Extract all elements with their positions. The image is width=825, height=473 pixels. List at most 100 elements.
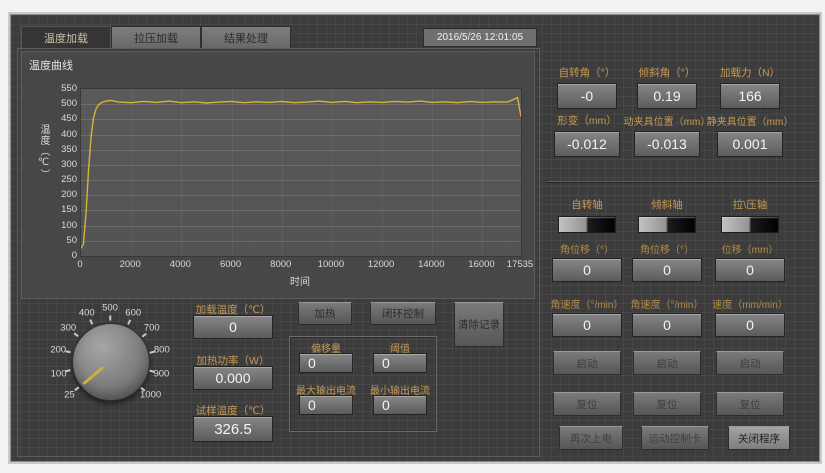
- v-gridline: [282, 89, 283, 256]
- power-on-again-button[interactable]: 再次上电: [559, 426, 623, 450]
- threshold-input[interactable]: 0: [373, 353, 427, 373]
- heater-knob[interactable]: 251002003004005006007008009001000: [26, 305, 196, 435]
- v-gridline: [482, 89, 483, 256]
- knob-tick-mark: [127, 320, 131, 325]
- heating-power-readout: 0.000: [193, 366, 273, 390]
- closed-loop-control-button[interactable]: 闭环控制: [370, 302, 436, 325]
- rotation-speed-input[interactable]: 0: [552, 313, 622, 337]
- min-output-current-input[interactable]: 0: [373, 395, 427, 415]
- tc-reset-button[interactable]: 复位: [716, 392, 784, 416]
- h-gridline: [81, 165, 521, 166]
- chart-x-axis-label: 时间: [80, 273, 520, 288]
- rotation-displacement-label: 角位移（°）: [544, 241, 630, 256]
- v-gridline: [232, 89, 233, 256]
- moving-clamp-position-value: -0.013: [634, 131, 700, 157]
- axis-column-tension-compression: 拉\压轴 位移（mm） 0 速度（mm/min） 0 启动 复位: [707, 195, 793, 416]
- v-gridline: [382, 89, 383, 256]
- knob-scale-label: 700: [144, 323, 160, 334]
- tension-compression-axis-label: 拉\压轴: [707, 197, 793, 212]
- knob-scale-label: 1000: [140, 390, 161, 401]
- h-gridline: [81, 104, 521, 105]
- knob-tick-mark: [89, 320, 93, 325]
- x-tick-label: 16000: [459, 259, 503, 270]
- static-clamp-position-value: 0.001: [717, 131, 783, 157]
- y-tick-label: 50: [46, 235, 77, 246]
- static-clamp-position-readout: 静夹具位置（mm） 0.001: [695, 113, 805, 157]
- h-gridline: [81, 135, 521, 136]
- tilt-axis-toggle[interactable]: [638, 216, 696, 233]
- v-gridline: [131, 89, 132, 256]
- rotation-displacement-input[interactable]: 0: [552, 258, 622, 282]
- knob-scale-label: 25: [64, 390, 75, 401]
- x-tick-label: 4000: [158, 259, 202, 270]
- heat-button[interactable]: 加热: [298, 302, 352, 325]
- static-clamp-position-label: 静夹具位置（mm）: [695, 113, 805, 128]
- knob-tick-mark: [75, 386, 80, 390]
- clear-record-button[interactable]: 清除记录: [454, 302, 504, 347]
- knob-tick-mark: [149, 370, 154, 373]
- tilt-speed-label: 角速度（°/min）: [624, 296, 710, 311]
- datetime-display: 2016/5/26 12:01:05: [423, 28, 537, 47]
- x-tick-label: 12000: [359, 259, 403, 270]
- tilt-start-button[interactable]: 启动: [633, 351, 701, 375]
- h-gridline: [81, 195, 521, 196]
- max-output-current-input[interactable]: 0: [299, 395, 353, 415]
- close-program-button[interactable]: 关闭程序: [728, 426, 790, 450]
- knob-scale-label: 600: [125, 308, 141, 319]
- load-force-value: 166: [720, 83, 780, 109]
- tc-displacement-label: 位移（mm）: [707, 241, 793, 256]
- v-gridline: [181, 89, 182, 256]
- tc-start-button[interactable]: 启动: [716, 351, 784, 375]
- knob-scale-label: 400: [79, 308, 95, 319]
- tilt-displacement-input[interactable]: 0: [632, 258, 702, 282]
- x-tick-label: 2000: [108, 259, 152, 270]
- rotation-axis-label: 自转轴: [544, 197, 630, 212]
- tension-compression-axis-toggle[interactable]: [721, 216, 779, 233]
- y-tick-label: 200: [46, 189, 77, 200]
- right-section-divider: [547, 181, 819, 182]
- rotation-reset-button[interactable]: 复位: [553, 392, 621, 416]
- knob-scale-label: 200: [50, 344, 66, 355]
- tilt-speed-input[interactable]: 0: [632, 313, 702, 337]
- knob-scale-label: 800: [154, 344, 170, 355]
- y-tick-label: 150: [46, 204, 77, 215]
- tab-result-processing[interactable]: 结果处理: [201, 26, 291, 49]
- y-tick-label: 300: [46, 159, 77, 170]
- tab-temperature-loading[interactable]: 温度加载: [21, 26, 111, 49]
- rotation-axis-toggle[interactable]: [558, 216, 616, 233]
- deformation-value: -0.012: [554, 131, 620, 157]
- tilt-angle-value: 0.19: [637, 83, 697, 109]
- knob-scale-label: 900: [153, 368, 169, 379]
- rotation-start-button[interactable]: 启动: [553, 351, 621, 375]
- offset-input[interactable]: 0: [299, 353, 353, 373]
- h-gridline: [81, 226, 521, 227]
- chart-title: 温度曲线: [29, 57, 73, 73]
- x-tick-label: 8000: [259, 259, 303, 270]
- tc-speed-input[interactable]: 0: [715, 313, 785, 337]
- v-gridline: [332, 89, 333, 256]
- x-tick-label: 17535: [498, 259, 542, 270]
- knob-dial[interactable]: [72, 323, 150, 401]
- x-tick-label: 6000: [209, 259, 253, 270]
- y-tick-label: 450: [46, 113, 77, 124]
- knob-scale-label: 100: [51, 368, 67, 379]
- load-temperature-input[interactable]: 0: [193, 315, 273, 339]
- y-tick-label: 100: [46, 220, 77, 231]
- axis-column-rotation: 自转轴 角位移（°） 0 角速度（°/min） 0 启动 复位: [544, 195, 630, 416]
- y-tick-label: 250: [46, 174, 77, 185]
- x-tick-label: 14000: [409, 259, 453, 270]
- chart-plot: [80, 88, 522, 257]
- tab-tension-compression-loading[interactable]: 拉压加载: [111, 26, 201, 49]
- tc-speed-label: 速度（mm/min）: [707, 296, 793, 311]
- v-gridline: [432, 89, 433, 256]
- h-gridline: [81, 210, 521, 211]
- tilt-reset-button[interactable]: 复位: [633, 392, 701, 416]
- screen: 温度加载 拉压加载 结果处理 2016/5/26 12:01:05 温度曲线 温…: [0, 0, 825, 473]
- knob-tick-mark: [141, 332, 146, 336]
- tc-displacement-input[interactable]: 0: [715, 258, 785, 282]
- rotation-angle-value: -0: [557, 83, 617, 109]
- sample-temperature-readout: 326.5: [193, 416, 273, 442]
- load-force-label: 加载力（N）: [695, 65, 805, 80]
- knob-scale-label: 500: [102, 303, 118, 314]
- motion-control-card-button[interactable]: 运动控制卡: [641, 426, 709, 450]
